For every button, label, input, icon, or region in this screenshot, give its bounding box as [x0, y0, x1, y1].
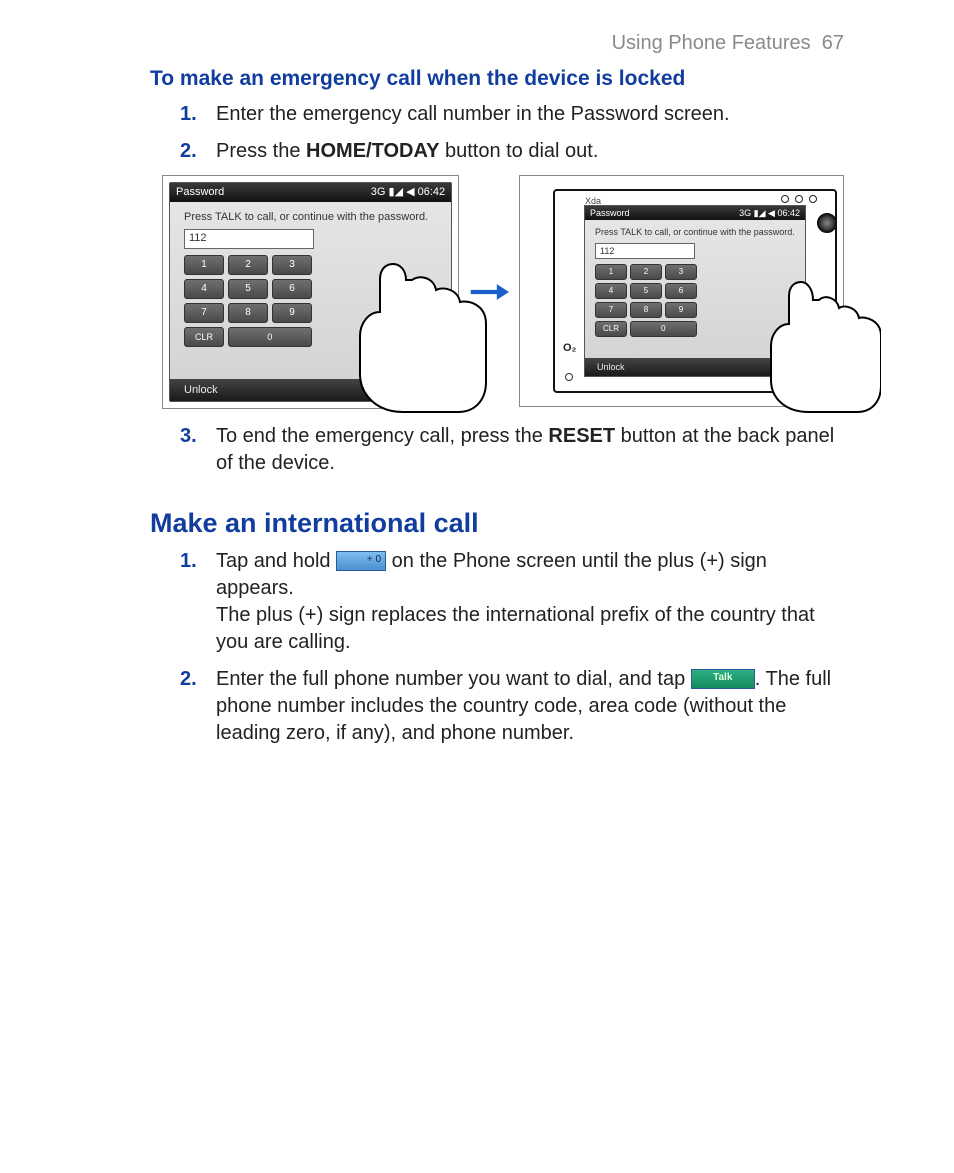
mini-softkey-unlock[interactable]: Unlock — [597, 361, 625, 373]
mini-key-3[interactable]: 3 — [665, 264, 697, 280]
step-number: 2. — [180, 138, 197, 165]
device-side-button — [824, 339, 836, 351]
screenshot-left: Password 3G ▮◢ ◀ 06:42 Press TALK to cal… — [162, 175, 459, 409]
mini-softkey-menu[interactable]: Menu — [770, 361, 793, 373]
mini-key-0[interactable]: 0 — [630, 321, 697, 337]
title-bar: Password 3G ▮◢ ◀ 06:42 — [170, 183, 451, 202]
step-number: 1. — [180, 101, 197, 128]
step-1-text: Enter the emergency call number in the P… — [216, 103, 730, 125]
softkey-menu[interactable]: Menu — [410, 383, 438, 398]
mini-phone-screen: Password 3G ▮◢ ◀ 06:42 Press TALK to cal… — [584, 205, 806, 377]
talk-button-icon: Talk — [691, 669, 755, 689]
key-0[interactable]: 0 — [228, 327, 312, 347]
step-number: 1. — [180, 548, 197, 575]
key-clr[interactable]: CLR — [184, 327, 224, 347]
step-1: 1. Enter the emergency call number in th… — [198, 101, 844, 128]
mini-key-2[interactable]: 2 — [630, 264, 662, 280]
mini-keypad: 1 2 3 4 5 6 7 8 9 CLR 0 — [595, 264, 795, 337]
mini-title-bar: Password 3G ▮◢ ◀ 06:42 — [585, 206, 805, 220]
mini-key-9[interactable]: 9 — [665, 302, 697, 318]
phone-screen: Password 3G ▮◢ ◀ 06:42 Press TALK to cal… — [169, 182, 452, 402]
mini-key-6[interactable]: 6 — [665, 283, 697, 299]
key-7[interactable]: 7 — [184, 303, 224, 323]
mini-key-8[interactable]: 8 — [630, 302, 662, 318]
intl-steps: 1. Tap and hold + 0 on the Phone screen … — [150, 548, 844, 747]
emergency-steps: 1. Enter the emergency call number in th… — [150, 101, 844, 165]
intl-step-2: 2. Enter the full phone number you want … — [198, 666, 844, 747]
key-4[interactable]: 4 — [184, 279, 224, 299]
mini-key-5[interactable]: 5 — [630, 283, 662, 299]
emergency-steps-cont: 3. To end the emergency call, press the … — [150, 423, 844, 477]
intl-step-1: 1. Tap and hold + 0 on the Phone screen … — [198, 548, 844, 656]
device-indicator — [565, 373, 573, 381]
mini-softkey-bar: Unlock Menu — [585, 358, 805, 376]
step-number: 3. — [180, 423, 197, 450]
device-brand-o2: O₂ — [563, 341, 576, 356]
step-2-a: Press the — [216, 140, 306, 162]
home-today-label: HOME/TODAY — [306, 140, 439, 162]
device-top-buttons — [781, 195, 817, 203]
device-frame: Xda O₂ Password 3G ▮◢ ◀ 06:42 Press TALK… — [553, 189, 837, 393]
keypad: 1 2 3 4 5 6 7 8 9 CLR 0 — [184, 255, 437, 347]
mini-status-icons: 3G ▮◢ ◀ 06:42 — [739, 207, 800, 219]
key-9[interactable]: 9 — [272, 303, 312, 323]
key-5[interactable]: 5 — [228, 279, 268, 299]
device-brand-xda: Xda — [585, 195, 601, 207]
status-icons: 3G ▮◢ ◀ 06:42 — [371, 185, 445, 200]
mini-key-clr[interactable]: CLR — [595, 321, 627, 337]
intl-title: Make an international call — [150, 505, 844, 541]
mini-key-4[interactable]: 4 — [595, 283, 627, 299]
reset-label: RESET — [548, 425, 615, 447]
intl-step1-a: Tap and hold — [216, 550, 336, 572]
password-input[interactable]: 112 — [184, 229, 314, 249]
mini-screen-title: Password — [590, 207, 630, 219]
device-camera — [817, 213, 837, 233]
mini-password-input[interactable]: 112 — [595, 243, 695, 259]
running-header: Using Phone Features 67 — [150, 30, 844, 57]
mini-key-7[interactable]: 7 — [595, 302, 627, 318]
mini-screen-body: Press TALK to call, or continue with the… — [585, 220, 805, 358]
step-2-c: button to dial out. — [439, 140, 598, 162]
step-3-a: To end the emergency call, press the — [216, 425, 548, 447]
softkey-unlock[interactable]: Unlock — [184, 383, 218, 398]
emergency-subtitle: To make an emergency call when the devic… — [150, 65, 844, 93]
key-8[interactable]: 8 — [228, 303, 268, 323]
key-3[interactable]: 3 — [272, 255, 312, 275]
key-6[interactable]: 6 — [272, 279, 312, 299]
screenshot-right: Xda O₂ Password 3G ▮◢ ◀ 06:42 Press TALK… — [519, 175, 844, 407]
key-2[interactable]: 2 — [228, 255, 268, 275]
mini-instruction: Press TALK to call, or continue with the… — [595, 226, 795, 238]
step-number: 2. — [180, 666, 197, 693]
screen-body: Press TALK to call, or continue with the… — [170, 202, 451, 378]
softkey-bar: Unlock Menu — [170, 379, 451, 402]
key-1[interactable]: 1 — [184, 255, 224, 275]
step-2: 2. Press the HOME/TODAY button to dial o… — [198, 138, 844, 165]
page-number: 67 — [822, 32, 844, 54]
figure-row: Password 3G ▮◢ ◀ 06:42 Press TALK to cal… — [162, 175, 844, 409]
zero-button-icon: + 0 — [336, 551, 386, 571]
arrow-right-icon — [469, 281, 509, 303]
intl-step1-c: The plus (+) sign replaces the internati… — [216, 604, 815, 653]
arrow-column — [469, 175, 509, 409]
intl-step2-a: Enter the full phone number you want to … — [216, 668, 691, 690]
mini-key-1[interactable]: 1 — [595, 264, 627, 280]
section-name: Using Phone Features — [612, 32, 811, 54]
screen-title: Password — [176, 185, 224, 200]
step-3: 3. To end the emergency call, press the … — [198, 423, 844, 477]
instruction-text: Press TALK to call, or continue with the… — [184, 210, 437, 225]
